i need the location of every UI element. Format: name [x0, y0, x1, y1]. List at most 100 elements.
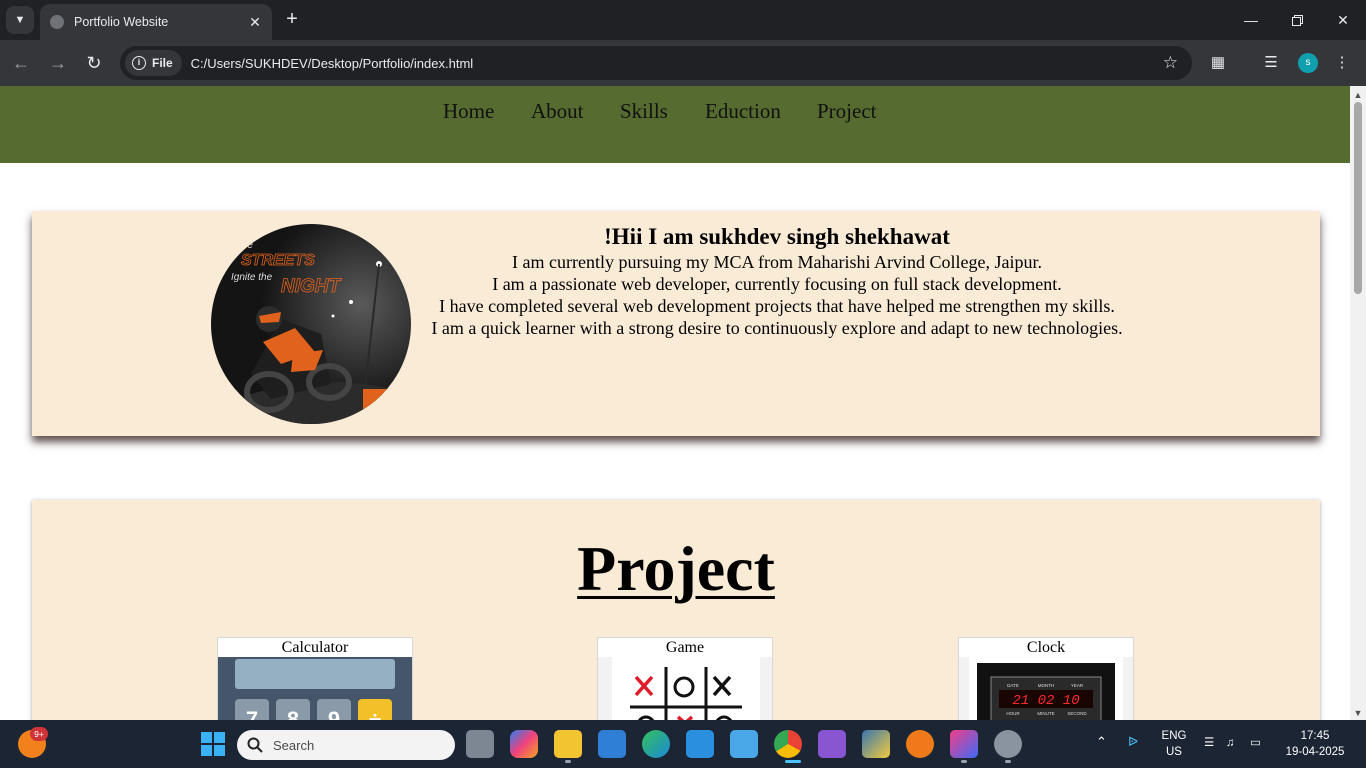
taskbar-search-placeholder: Search — [273, 737, 315, 753]
avatar-caption-2: STREETS — [241, 252, 315, 269]
clock-header-year: YEAR — [1071, 683, 1084, 688]
restore-icon — [1291, 14, 1303, 26]
nav-link-about[interactable]: About — [531, 99, 584, 124]
project-label-clock: Clock — [959, 638, 1133, 657]
digital-clock-thumbnail: DATE MONTH YEAR 21 02 10 HOUR MINUTE SEC… — [969, 657, 1123, 720]
bookmark-star-icon[interactable]: ☆ — [1163, 53, 1178, 73]
info-icon: i — [132, 56, 146, 70]
taskbar-search-box[interactable]: Search — [237, 730, 455, 760]
project-label-game: Game — [598, 638, 772, 657]
microsoft-store-icon[interactable] — [598, 730, 626, 758]
file-chip-label: File — [152, 56, 173, 70]
forward-arrow-icon[interactable]: → — [46, 51, 70, 75]
language-code: ENG — [1161, 730, 1187, 742]
project-card-game[interactable]: Game — [597, 637, 773, 720]
clock-date: 19-04-2025 — [1285, 746, 1345, 758]
minimize-button[interactable]: — — [1228, 0, 1274, 40]
settings-gear-icon[interactable] — [994, 730, 1022, 758]
nav-link-home[interactable]: Home — [443, 99, 494, 124]
avatar-caption-4: NIGHT — [281, 276, 342, 297]
project-card-calculator[interactable]: Calculator 7 8 9 ÷ — [217, 637, 413, 720]
visual-studio-icon[interactable] — [818, 730, 846, 758]
project-heading: Project — [577, 533, 775, 604]
calculator-thumbnail: 7 8 9 ÷ — [218, 657, 412, 720]
clock-display: 21 02 10 — [1012, 693, 1079, 709]
svg-text:9: 9 — [328, 707, 340, 720]
tab-search-button[interactable]: ▼ — [6, 6, 34, 34]
browser-tab[interactable]: Portfolio Website ✕ — [40, 4, 272, 40]
notepad-icon[interactable] — [730, 730, 758, 758]
running-indicator — [1005, 760, 1011, 763]
nav-link-education[interactable]: Eduction — [705, 99, 781, 124]
tray-overflow-chevron-icon[interactable]: ⌃ — [1096, 734, 1107, 750]
chrome-icon[interactable] — [774, 730, 802, 758]
avatar-caption-1: the — [239, 240, 253, 251]
tic-tac-toe-thumbnail — [612, 657, 760, 720]
running-indicator — [961, 760, 967, 763]
project-card-clock[interactable]: Clock DATE MONTH YEAR 21 02 10 HOUR MINU… — [958, 637, 1134, 720]
volume-icon[interactable]: ♫ — [1226, 735, 1235, 751]
intro-line-3: I have completed several web development… — [439, 296, 1115, 316]
globe-icon — [50, 15, 64, 29]
svg-text:÷: ÷ — [369, 707, 381, 720]
task-view-icon[interactable] — [466, 730, 494, 758]
jupyter-icon[interactable] — [906, 730, 934, 758]
new-tab-button[interactable]: + — [280, 8, 304, 32]
nav-link-skills[interactable]: Skills — [620, 99, 668, 124]
running-indicator — [565, 760, 571, 763]
scroll-up-arrow-icon[interactable]: ▲ — [1350, 88, 1366, 102]
file-explorer-icon[interactable] — [554, 730, 582, 758]
site-info-chip[interactable]: i File — [125, 50, 182, 76]
system-clock[interactable]: 17:45 19-04-2025 — [1282, 728, 1348, 760]
edge-browser-icon[interactable] — [642, 730, 670, 758]
address-bar[interactable]: i File C:/Users/SUKHDEV/Desktop/Portfoli… — [120, 46, 1192, 80]
intro-card: the STREETS Ignite the NIGHT !Hii I am s… — [32, 211, 1320, 436]
vscode-icon[interactable] — [686, 730, 714, 758]
clock-footer-second: SECOND — [1067, 711, 1087, 716]
url-text[interactable]: C:/Users/SUKHDEV/Desktop/Portfolio/index… — [191, 56, 1163, 71]
intro-heading: !Hii I am sukhdev singh shekhawat — [604, 224, 950, 249]
wifi-icon[interactable]: ☰ — [1204, 735, 1214, 751]
reload-icon[interactable]: ↻ — [82, 51, 106, 75]
profile-photo: the STREETS Ignite the NIGHT — [211, 224, 411, 424]
media-control-icon[interactable]: ☰ — [1260, 53, 1282, 71]
page-scrollbar[interactable]: ▲ ▼ — [1350, 86, 1366, 720]
intro-line-2: I am a passionate web developer, current… — [492, 274, 1062, 294]
nav-link-project[interactable]: Project — [817, 99, 876, 124]
close-window-button[interactable]: ✕ — [1320, 0, 1366, 40]
input-language[interactable]: ENG US — [1156, 728, 1192, 760]
clock-time: 17:45 — [1300, 730, 1330, 742]
close-tab-icon[interactable]: ✕ — [244, 14, 266, 31]
restore-button[interactable] — [1274, 0, 1320, 40]
extensions-icon[interactable]: ▦ — [1207, 53, 1229, 71]
notification-badge: 9+ — [30, 727, 48, 741]
battery-icon[interactable]: ▭ — [1250, 735, 1261, 751]
intro-line-4: I am a quick learner with a strong desir… — [431, 318, 1123, 338]
browser-title-bar: ▼ Portfolio Website ✕ + — ✕ — [0, 0, 1366, 40]
active-indicator — [785, 760, 801, 763]
chevron-down-icon: ▼ — [14, 14, 26, 26]
bluetooth-icon[interactable]: ᐉ — [1128, 734, 1138, 750]
clock-footer-minute: MINUTE — [1037, 711, 1054, 716]
page-viewport: Home About Skills Eduction Project the S… — [0, 86, 1350, 720]
back-arrow-icon[interactable]: ← — [9, 51, 33, 75]
menu-kebab-icon[interactable]: ⋮ — [1331, 53, 1353, 71]
avatar-caption-3: Ignite the — [231, 272, 273, 283]
browser-toolbar: ← → ↻ i File C:/Users/SUKHDEV/Desktop/Po… — [0, 40, 1366, 86]
clock-header-month: MONTH — [1038, 683, 1055, 688]
site-navbar: Home About Skills Eduction Project — [0, 86, 1350, 163]
windows-taskbar: 9+ Search ⌃ ᐉ ENG US ☰ ♫ ▭ 17:45 19-04-2… — [0, 720, 1366, 768]
region-code: US — [1166, 746, 1182, 758]
project-section: Project Calculator 7 8 9 ÷ Game Clock DA… — [32, 500, 1320, 720]
python-icon[interactable] — [862, 730, 890, 758]
profile-avatar[interactable]: s — [1298, 53, 1318, 73]
search-icon — [247, 737, 263, 753]
intellij-icon[interactable] — [950, 730, 978, 758]
windows-start-icon[interactable] — [199, 730, 227, 758]
svg-text:7: 7 — [246, 707, 258, 720]
scroll-thumb[interactable] — [1354, 102, 1362, 294]
project-label-calculator: Calculator — [218, 638, 412, 657]
clock-footer-hour: HOUR — [1006, 711, 1020, 716]
scroll-down-arrow-icon[interactable]: ▼ — [1350, 706, 1366, 720]
copilot-icon[interactable] — [510, 730, 538, 758]
